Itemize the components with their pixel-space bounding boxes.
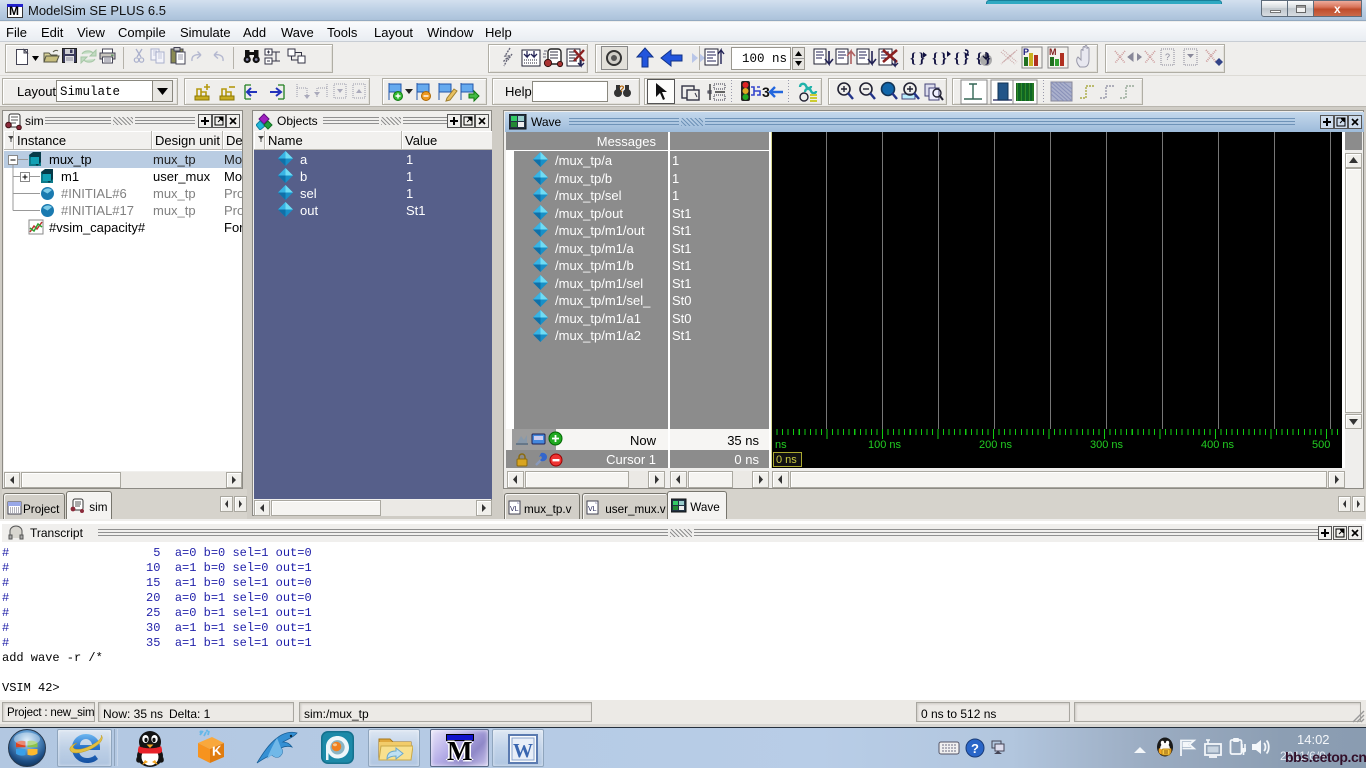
svg-text:VL: VL bbox=[510, 506, 519, 513]
svg-text:P: P bbox=[1023, 47, 1029, 57]
svg-text:?: ? bbox=[971, 741, 979, 756]
svg-text:{ }: { } bbox=[910, 51, 925, 67]
svg-text:W: W bbox=[513, 740, 533, 762]
svg-text:K: K bbox=[212, 743, 222, 759]
svg-text:M: M bbox=[1049, 47, 1057, 57]
svg-text:?: ? bbox=[1165, 52, 1170, 62]
svg-text:{ }: { } bbox=[976, 51, 991, 67]
svg-text:?: ? bbox=[619, 84, 625, 94]
svg-text:VL: VL bbox=[588, 506, 597, 513]
svg-text:{ }: { } bbox=[932, 51, 947, 67]
svg-text:{ }: { } bbox=[954, 51, 969, 67]
